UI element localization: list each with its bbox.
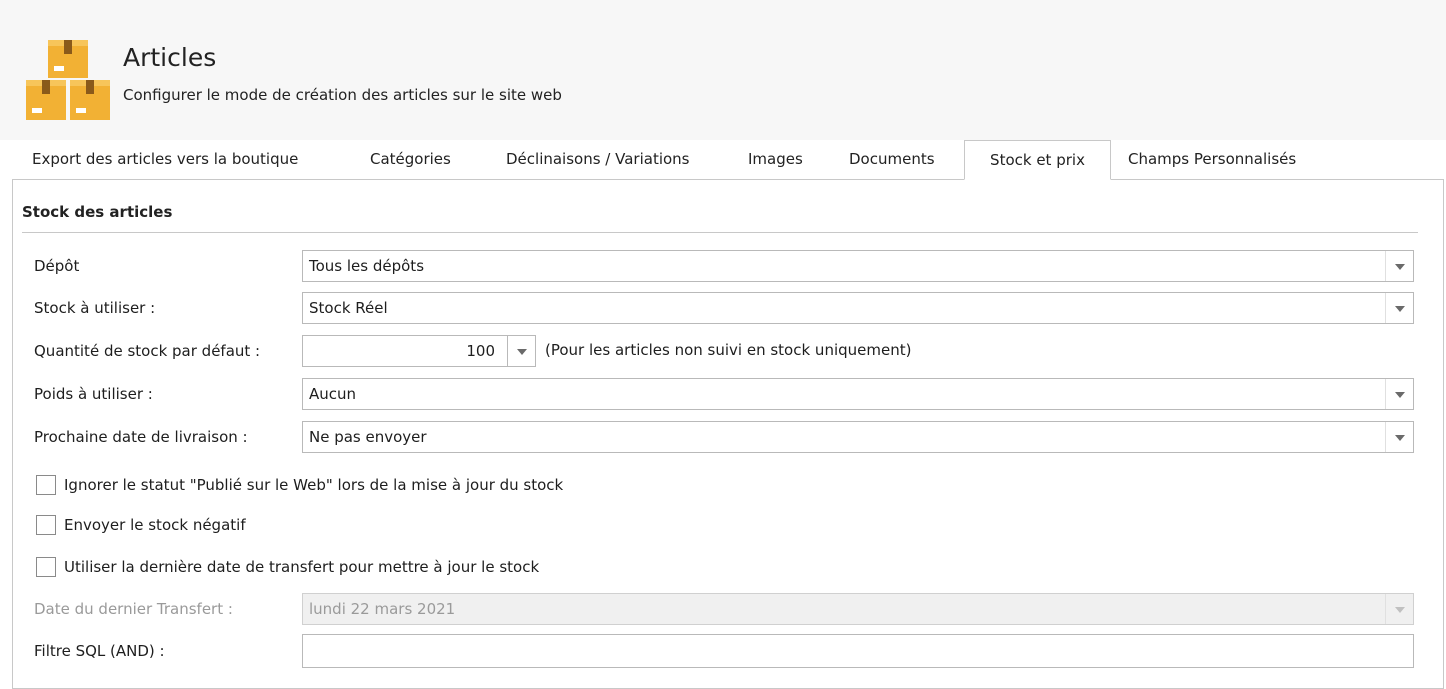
stock-negatif-checkbox[interactable]: Envoyer le stock négatif: [36, 515, 246, 535]
page-subtitle: Configurer le mode de création des artic…: [123, 86, 562, 104]
stock-select[interactable]: Stock Réel: [302, 292, 1414, 324]
tab-champs-personnalises[interactable]: Champs Personnalisés: [1128, 140, 1296, 180]
quantite-hint: (Pour les articles non suivi en stock un…: [545, 341, 912, 359]
section-divider: [22, 232, 1418, 233]
tab-declinaisons[interactable]: Déclinaisons / Variations: [506, 140, 690, 180]
depot-select[interactable]: Tous les dépôts: [302, 250, 1414, 282]
ignorer-statut-label: Ignorer le statut "Publié sur le Web" lo…: [64, 476, 564, 494]
checkbox-box[interactable]: [36, 475, 56, 495]
chevron-down-icon: [1385, 594, 1413, 624]
date-transfert-value: lundi 22 mars 2021: [309, 600, 456, 618]
boxes-icon: [26, 40, 110, 120]
ignorer-statut-checkbox[interactable]: Ignorer le statut "Publié sur le Web" lo…: [36, 475, 563, 495]
quantite-label: Quantité de stock par défaut :: [34, 342, 261, 360]
poids-select[interactable]: Aucun: [302, 378, 1414, 410]
depot-label: Dépôt: [34, 257, 80, 275]
quantite-spinner[interactable]: 100: [302, 335, 536, 367]
chevron-down-icon[interactable]: [507, 336, 535, 366]
livraison-label: Prochaine date de livraison :: [34, 428, 248, 446]
livraison-select[interactable]: Ne pas envoyer: [302, 421, 1414, 453]
tab-export[interactable]: Export des articles vers la boutique: [32, 140, 298, 180]
poids-label: Poids à utiliser :: [34, 385, 153, 403]
derniere-date-label: Utiliser la dernière date de transfert p…: [64, 558, 540, 576]
quantite-value: 100: [466, 342, 495, 360]
stock-value: Stock Réel: [309, 299, 388, 317]
depot-value: Tous les dépôts: [309, 257, 425, 275]
tab-documents[interactable]: Documents: [849, 140, 935, 180]
tab-categories[interactable]: Catégories: [370, 140, 451, 180]
section-title: Stock des articles: [22, 203, 173, 221]
derniere-date-checkbox[interactable]: Utiliser la dernière date de transfert p…: [36, 557, 539, 577]
chevron-down-icon[interactable]: [1385, 251, 1413, 281]
page-title: Articles: [123, 43, 217, 72]
livraison-value: Ne pas envoyer: [309, 428, 427, 446]
checkbox-box[interactable]: [36, 557, 56, 577]
filtre-sql-label: Filtre SQL (AND) :: [34, 642, 165, 660]
header: Articles Configurer le mode de création …: [0, 0, 1446, 140]
date-transfert-label: Date du dernier Transfert :: [34, 600, 233, 618]
chevron-down-icon[interactable]: [1385, 422, 1413, 452]
tab-images[interactable]: Images: [748, 140, 803, 180]
stock-label: Stock à utiliser :: [34, 299, 156, 317]
stock-negatif-label: Envoyer le stock négatif: [64, 516, 246, 534]
chevron-down-icon[interactable]: [1385, 293, 1413, 323]
poids-value: Aucun: [309, 385, 357, 403]
checkbox-box[interactable]: [36, 515, 56, 535]
tab-stock-et-prix[interactable]: Stock et prix: [964, 140, 1111, 180]
filtre-sql-input[interactable]: [302, 634, 1414, 668]
date-transfert-picker: lundi 22 mars 2021: [302, 593, 1414, 625]
chevron-down-icon[interactable]: [1385, 379, 1413, 409]
